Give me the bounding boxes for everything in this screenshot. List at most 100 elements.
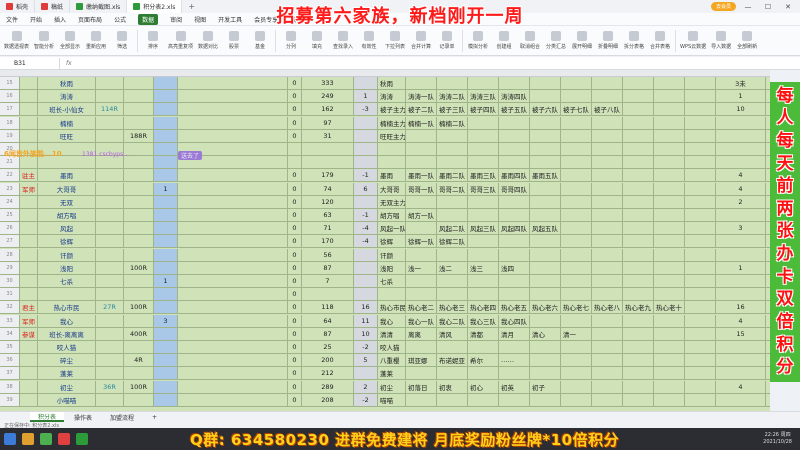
table-cell[interactable] (499, 393, 530, 407)
table-cell[interactable] (154, 354, 178, 368)
table-cell[interactable]: …… (499, 354, 530, 368)
table-cell[interactable]: 0 (288, 288, 302, 302)
table-cell[interactable] (685, 77, 716, 90)
table-cell[interactable] (468, 195, 499, 209)
table-cell[interactable]: 墨雨一队 (406, 169, 437, 183)
toolbar-button[interactable]: 智能分析 (33, 28, 55, 54)
table-cell[interactable]: 71 (302, 222, 354, 236)
table-cell[interactable] (592, 195, 623, 209)
table-cell[interactable]: 100R (124, 380, 154, 394)
table-cell[interactable] (685, 90, 716, 104)
table-cell[interactable] (20, 248, 38, 262)
table-cell[interactable]: 墨雨五队 (530, 169, 561, 183)
table-cell[interactable]: 118 (302, 301, 354, 315)
table-cell[interactable] (20, 380, 38, 394)
table-cell[interactable]: 我心 (38, 314, 96, 328)
toolbar-button[interactable]: 高亮重复项 (168, 28, 193, 54)
table-cell[interactable] (592, 169, 623, 183)
table-cell[interactable] (178, 90, 288, 104)
table-cell[interactable] (716, 367, 766, 381)
table-cell[interactable] (437, 288, 468, 302)
table-cell[interactable] (96, 275, 124, 288)
table-cell[interactable]: 布诺妮亚 (437, 354, 468, 368)
table-cell[interactable]: 0 (288, 77, 302, 90)
menu-item[interactable]: 插入 (54, 15, 66, 24)
table-cell[interactable] (437, 248, 468, 262)
table-cell[interactable]: 浅二 (437, 261, 468, 275)
table-cell[interactable] (654, 288, 685, 302)
table-cell[interactable]: 0 (288, 327, 302, 341)
table-cell[interactable]: 热心老五 (499, 301, 530, 315)
table-cell[interactable] (178, 195, 288, 209)
table-cell[interactable] (592, 235, 623, 249)
table-cell[interactable] (437, 275, 468, 288)
table-cell[interactable]: 涛涛 (38, 90, 96, 104)
table-cell[interactable] (623, 195, 654, 209)
table-cell[interactable] (716, 288, 766, 302)
toolbar-button[interactable]: 数据对比 (197, 28, 219, 54)
menu-item[interactable]: 开始 (30, 15, 42, 24)
table-cell[interactable]: 咬人猫 (378, 341, 406, 354)
table-cell[interactable]: 212 (302, 367, 354, 381)
table-cell[interactable] (302, 156, 354, 170)
table-cell[interactable] (406, 195, 437, 209)
table-cell[interactable]: 0 (288, 103, 302, 117)
table-cell[interactable] (354, 367, 378, 381)
toolbar-button[interactable]: 基金 (249, 28, 271, 54)
table-cell[interactable]: 喵喵 (378, 393, 406, 407)
table-cell[interactable] (623, 116, 654, 130)
table-cell[interactable] (623, 222, 654, 236)
table-cell[interactable] (178, 248, 288, 262)
table-cell[interactable] (178, 116, 288, 130)
table-cell[interactable]: 4 (716, 380, 766, 394)
table-cell[interactable] (530, 77, 561, 90)
menu-item[interactable]: 审阅 (170, 15, 182, 24)
table-cell[interactable]: 涛涛二队 (437, 90, 468, 104)
table-cell[interactable] (654, 169, 685, 183)
table-cell[interactable] (530, 354, 561, 368)
table-cell[interactable]: 热心市民 (38, 301, 96, 315)
table-cell[interactable] (154, 169, 178, 183)
table-cell[interactable] (654, 235, 685, 249)
table-cell[interactable] (178, 301, 288, 315)
table-cell[interactable] (124, 235, 154, 249)
table-cell[interactable] (530, 393, 561, 407)
table-cell[interactable]: 军师 (20, 314, 38, 328)
table-cell[interactable] (178, 288, 288, 302)
table-cell[interactable] (154, 301, 178, 315)
table-cell[interactable]: 5 (354, 354, 378, 368)
table-cell[interactable] (124, 77, 154, 90)
toolbar-button[interactable]: 展开明细 (571, 28, 593, 54)
table-cell[interactable] (468, 209, 499, 222)
table-cell[interactable]: 120 (302, 195, 354, 209)
table-cell[interactable]: 63 (302, 209, 354, 222)
table-cell[interactable] (468, 129, 499, 143)
table-cell[interactable] (437, 341, 468, 354)
table-cell[interactable] (96, 354, 124, 368)
table-cell[interactable]: 班长-小仙女 (38, 103, 96, 117)
table-cell[interactable] (437, 129, 468, 143)
table-cell[interactable] (378, 288, 406, 302)
table-cell[interactable] (654, 116, 685, 130)
table-cell[interactable]: 无双主力 (378, 195, 406, 209)
table-cell[interactable] (468, 275, 499, 288)
table-cell[interactable]: 初落日 (406, 380, 437, 394)
table-cell[interactable]: 6 (354, 182, 378, 196)
start-icon[interactable] (4, 433, 16, 445)
table-cell[interactable] (716, 235, 766, 249)
table-cell[interactable] (561, 341, 592, 354)
toolbar-button[interactable]: 记录单 (436, 28, 458, 54)
table-cell[interactable] (592, 116, 623, 130)
table-cell[interactable]: 4 (716, 182, 766, 196)
table-cell[interactable]: 墨雨四队 (499, 169, 530, 183)
table-cell[interactable]: 4R (124, 354, 154, 368)
table-cell[interactable] (302, 288, 354, 302)
table-cell[interactable]: 162 (302, 103, 354, 117)
table-cell[interactable] (178, 354, 288, 368)
table-cell[interactable]: 涛涛 (378, 90, 406, 104)
table-cell[interactable] (530, 248, 561, 262)
table-cell[interactable] (623, 275, 654, 288)
table-cell[interactable]: 哥哥二队 (437, 182, 468, 196)
table-cell[interactable] (685, 327, 716, 341)
table-cell[interactable] (592, 129, 623, 143)
